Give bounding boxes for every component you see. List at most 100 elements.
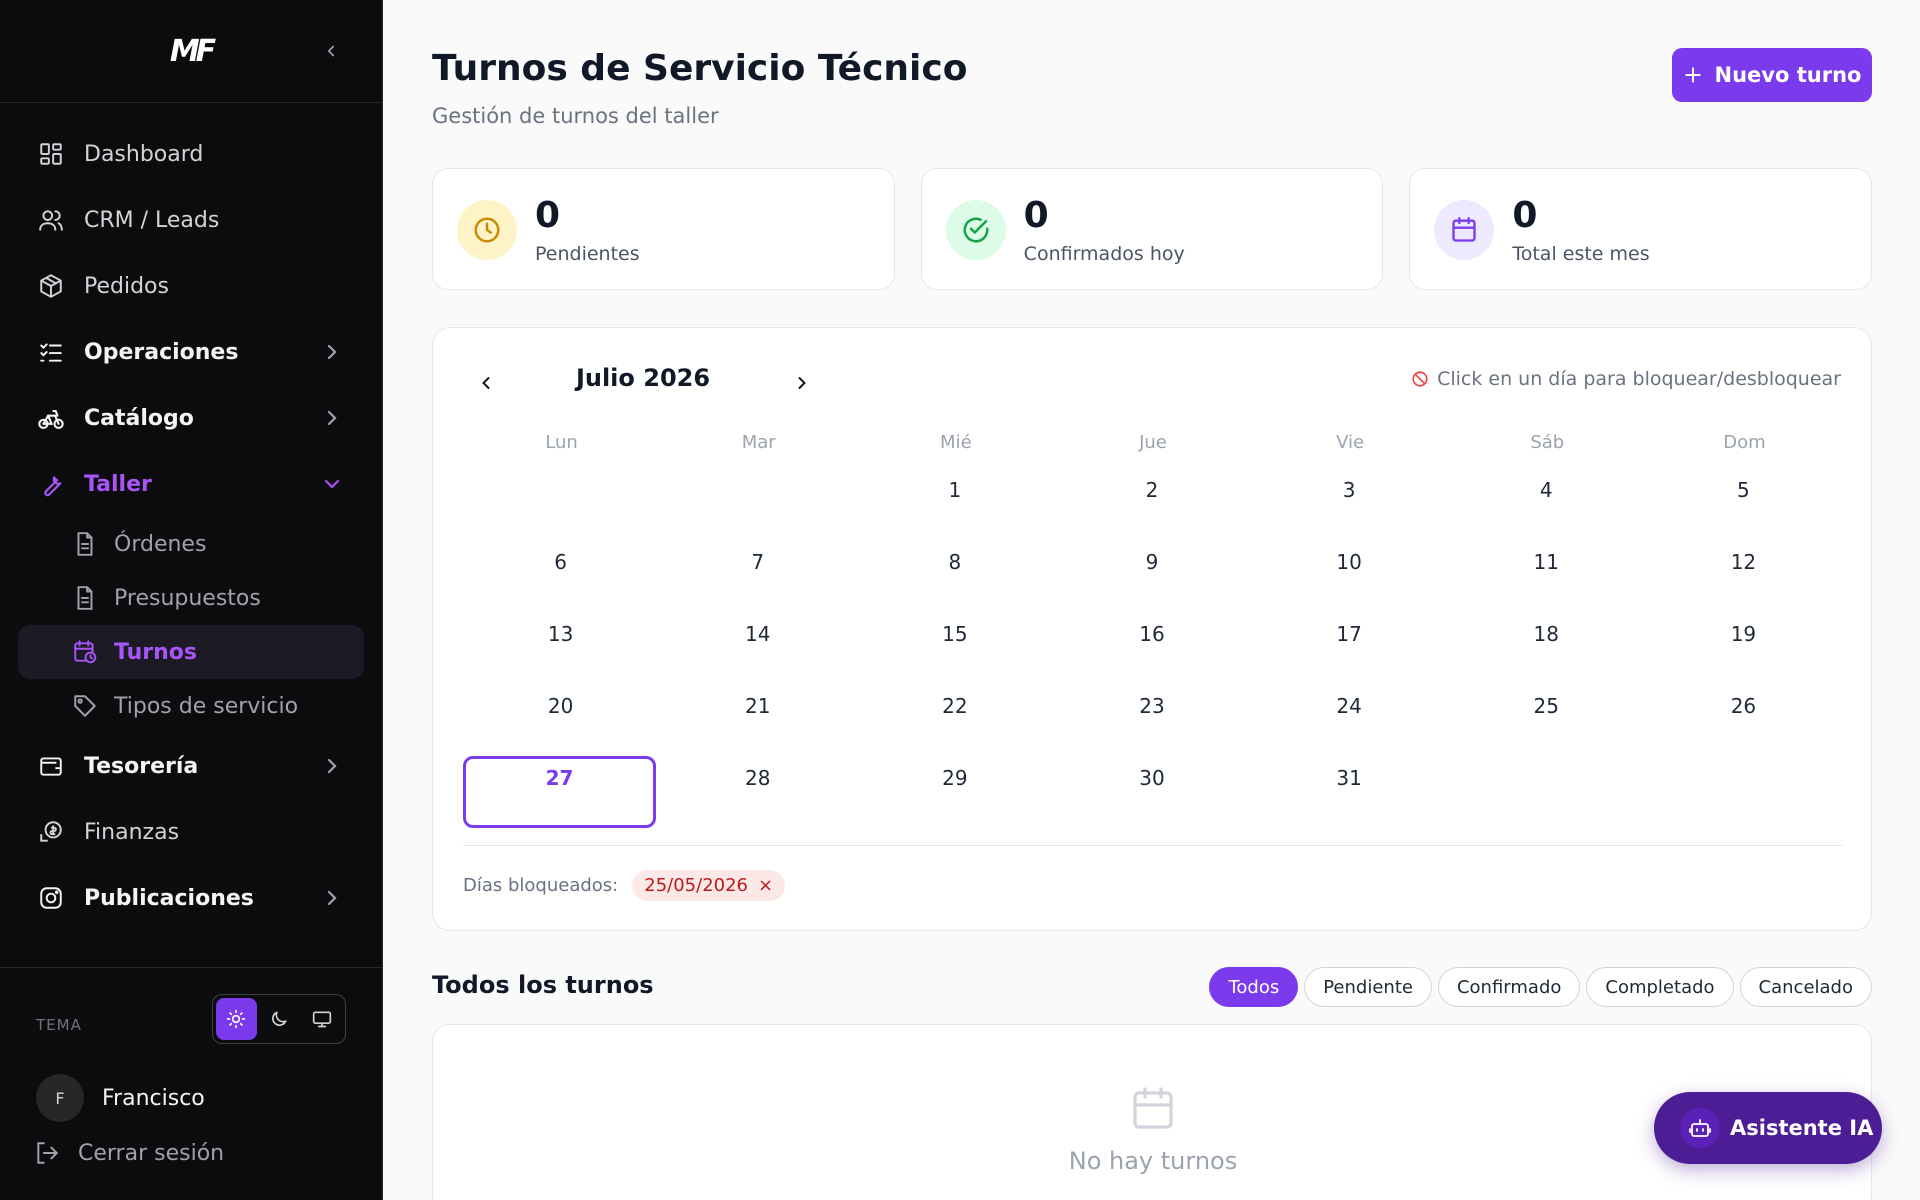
avatar: F bbox=[36, 1074, 84, 1122]
appointments-list-title: Todos los turnos bbox=[432, 971, 654, 999]
page-title: Turnos de Servicio Técnico bbox=[432, 48, 968, 89]
chevron-right-icon bbox=[327, 410, 337, 426]
chevron-right-icon bbox=[798, 377, 806, 389]
weekday-label: Mié bbox=[940, 432, 972, 453]
monitor-icon bbox=[312, 1011, 331, 1028]
theme-system-button[interactable] bbox=[301, 998, 342, 1040]
calendar-day[interactable]: 22 bbox=[857, 684, 1052, 756]
calendar-day[interactable]: 17 bbox=[1252, 612, 1447, 684]
calendar-day[interactable]: 4 bbox=[1449, 468, 1644, 540]
calendar-day[interactable]: 21 bbox=[660, 684, 855, 756]
calendar-day[interactable]: 24 bbox=[1252, 684, 1447, 756]
users-icon bbox=[36, 205, 66, 235]
next-month-button[interactable] bbox=[787, 368, 817, 398]
calendar-day[interactable]: 7 bbox=[660, 540, 855, 612]
app-logo[interactable]: MF bbox=[170, 34, 216, 69]
chevron-left-icon bbox=[482, 377, 490, 389]
calendar-day[interactable]: 19 bbox=[1646, 612, 1841, 684]
theme-dark-button[interactable] bbox=[259, 998, 300, 1040]
calendar-day[interactable]: 15 bbox=[857, 612, 1052, 684]
chevron-right-icon bbox=[327, 344, 337, 360]
sidebar: MF Dashboard CRM / Leads Pedidos Operaci… bbox=[0, 0, 383, 1200]
remove-blocked-day-button[interactable]: × bbox=[758, 875, 773, 896]
calendar-day[interactable]: 1 bbox=[857, 468, 1052, 540]
stat-value: 0 bbox=[535, 195, 561, 236]
checklist-icon bbox=[36, 337, 66, 367]
calendar-day[interactable]: 6 bbox=[463, 540, 658, 612]
sidebar-subitem-label: Tipos de servicio bbox=[114, 693, 299, 719]
divider bbox=[463, 845, 1843, 846]
stat-icon-circle bbox=[1434, 200, 1495, 260]
sidebar-subitem-presupuestos[interactable]: Presupuestos bbox=[18, 571, 364, 625]
sidebar-item-finanzas[interactable]: Finanzas bbox=[0, 799, 382, 865]
sidebar-item-taller[interactable]: Taller bbox=[0, 451, 382, 517]
theme-switcher bbox=[212, 994, 346, 1044]
sidebar-item-crm[interactable]: CRM / Leads bbox=[0, 187, 382, 253]
filter-todos[interactable]: Todos bbox=[1209, 967, 1299, 1007]
weekday-label: Jue bbox=[1139, 432, 1167, 453]
calendar-day[interactable]: 31 bbox=[1252, 756, 1447, 828]
calendar-day[interactable]: 8 bbox=[857, 540, 1052, 612]
sidebar-subitem-tipos-servicio[interactable]: Tipos de servicio bbox=[18, 679, 364, 733]
package-icon bbox=[36, 271, 66, 301]
theme-label: TEMA bbox=[36, 1016, 82, 1034]
sidebar-subitem-label: Presupuestos bbox=[114, 585, 261, 611]
filter-pendiente[interactable]: Pendiente bbox=[1304, 967, 1432, 1007]
filter-completado[interactable]: Completado bbox=[1586, 967, 1734, 1007]
bike-icon bbox=[36, 403, 66, 433]
sidebar-item-publicaciones[interactable]: Publicaciones bbox=[0, 865, 382, 931]
filter-confirmado[interactable]: Confirmado bbox=[1437, 967, 1581, 1007]
calendar-day[interactable]: 5 bbox=[1646, 468, 1841, 540]
user-profile[interactable]: F Francisco bbox=[36, 1074, 205, 1122]
stats-row: 0 Pendientes 0 Confirmados hoy 0 Total e… bbox=[432, 168, 1873, 290]
sidebar-item-label: Dashboard bbox=[84, 141, 204, 167]
calendar-day[interactable]: 13 bbox=[463, 612, 658, 684]
calendar-day[interactable]: 16 bbox=[1054, 612, 1249, 684]
empty-state-text: No hay turnos bbox=[1068, 1147, 1238, 1175]
stat-label: Pendientes bbox=[535, 243, 640, 265]
calendar-day[interactable]: 26 bbox=[1646, 684, 1841, 756]
prev-month-button[interactable] bbox=[471, 368, 501, 398]
logout-icon bbox=[37, 1142, 59, 1164]
stat-card-pending: 0 Pendientes bbox=[432, 168, 895, 290]
calendar-day[interactable]: 3 bbox=[1252, 468, 1447, 540]
calendar-day[interactable]: 9 bbox=[1054, 540, 1249, 612]
ai-assistant-button[interactable]: Asistente IA bbox=[1654, 1092, 1882, 1164]
filter-cancelado[interactable]: Cancelado bbox=[1739, 967, 1872, 1007]
calendar-day[interactable]: 14 bbox=[660, 612, 855, 684]
sidebar-subitem-ordenes[interactable]: Órdenes bbox=[18, 517, 364, 571]
calendar-day[interactable]: 10 bbox=[1252, 540, 1447, 612]
calendar-month-label: Julio 2026 bbox=[575, 364, 711, 392]
calendar-day[interactable]: 18 bbox=[1449, 612, 1644, 684]
calendar-empty-cell bbox=[463, 468, 660, 540]
plus-icon bbox=[1684, 67, 1701, 83]
document-icon bbox=[77, 586, 93, 610]
sidebar-subitem-turnos[interactable]: Turnos bbox=[18, 625, 364, 679]
calendar-day[interactable]: 2 bbox=[1054, 468, 1249, 540]
sidebar-item-operaciones[interactable]: Operaciones bbox=[0, 319, 382, 385]
collapse-sidebar-button[interactable] bbox=[318, 38, 344, 64]
calendar-day[interactable]: 25 bbox=[1449, 684, 1644, 756]
calendar-day[interactable]: 20 bbox=[463, 684, 658, 756]
sidebar-item-label: Finanzas bbox=[84, 819, 180, 845]
calendar-day[interactable]: 11 bbox=[1449, 540, 1644, 612]
sidebar-item-label: Operaciones bbox=[84, 339, 239, 365]
calendar-day[interactable]: 30 bbox=[1054, 756, 1249, 828]
calendar-day[interactable]: 23 bbox=[1054, 684, 1249, 756]
calendar-day-today[interactable]: 27 bbox=[463, 756, 657, 828]
sidebar-item-tesoreria[interactable]: Tesorería bbox=[0, 733, 382, 799]
sidebar-item-dashboard[interactable]: Dashboard bbox=[0, 121, 382, 187]
logout-button[interactable]: Cerrar sesión bbox=[34, 1140, 224, 1166]
calendar-day[interactable]: 12 bbox=[1646, 540, 1841, 612]
stat-value: 0 bbox=[1512, 195, 1538, 236]
sidebar-item-catalogo[interactable]: Catálogo bbox=[0, 385, 382, 451]
sidebar-item-label: CRM / Leads bbox=[84, 207, 220, 233]
blocked-day-date: 25/05/2026 bbox=[644, 875, 748, 896]
theme-light-button[interactable] bbox=[216, 998, 257, 1040]
stat-value: 0 bbox=[1023, 195, 1049, 236]
calendar-day[interactable]: 29 bbox=[857, 756, 1052, 828]
sidebar-item-pedidos[interactable]: Pedidos bbox=[0, 253, 382, 319]
new-appointment-button[interactable]: Nuevo turno bbox=[1672, 48, 1872, 102]
chevron-right-icon bbox=[327, 758, 337, 774]
calendar-day[interactable]: 28 bbox=[660, 756, 855, 828]
